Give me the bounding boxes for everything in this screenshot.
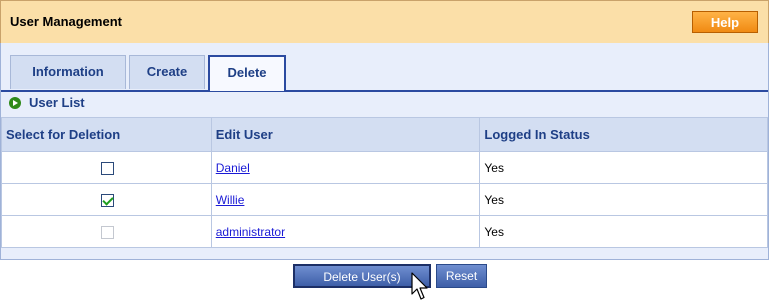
column-header-logged-in: Logged In Status: [479, 117, 768, 152]
section-header: User List: [9, 95, 85, 110]
user-table: Select for Deletion Edit User Logged In …: [1, 117, 768, 248]
tab-underline: [1, 90, 768, 92]
column-header-select: Select for Deletion: [1, 117, 212, 152]
user-panel: Information Create Delete User List Sele…: [0, 43, 769, 260]
user-cell: Daniel: [210, 151, 481, 184]
tab-delete[interactable]: Delete: [208, 55, 286, 91]
section-title: User List: [29, 95, 85, 110]
select-cell: [1, 183, 212, 216]
user-link[interactable]: administrator: [216, 225, 285, 239]
title-bar: User Management Help: [0, 0, 769, 44]
table-header-row: Select for Deletion Edit User Logged In …: [1, 117, 768, 152]
column-header-edit-user: Edit User: [210, 117, 481, 152]
status-cell: Yes: [479, 151, 768, 184]
page-title: User Management: [10, 14, 122, 29]
select-cell: [1, 215, 212, 248]
user-cell: administrator: [210, 215, 481, 248]
user-link[interactable]: Daniel: [216, 161, 250, 175]
select-checkbox[interactable]: [101, 161, 115, 175]
help-button[interactable]: Help: [692, 11, 758, 33]
select-checkbox-disabled: [101, 225, 115, 239]
table-row: Willie Yes: [1, 183, 768, 216]
user-link[interactable]: Willie: [216, 193, 245, 207]
select-checkbox[interactable]: [101, 193, 115, 207]
status-cell: Yes: [479, 215, 768, 248]
tab-create[interactable]: Create: [129, 55, 205, 89]
table-row: Daniel Yes: [1, 151, 768, 184]
user-cell: Willie: [210, 183, 481, 216]
mouse-cursor-icon: [411, 272, 428, 300]
status-cell: Yes: [479, 183, 768, 216]
arrow-circle-icon: [9, 96, 21, 109]
table-row: administrator Yes: [1, 215, 768, 248]
tab-information[interactable]: Information: [10, 55, 126, 89]
reset-button[interactable]: Reset: [436, 264, 487, 288]
select-cell: [1, 151, 212, 184]
